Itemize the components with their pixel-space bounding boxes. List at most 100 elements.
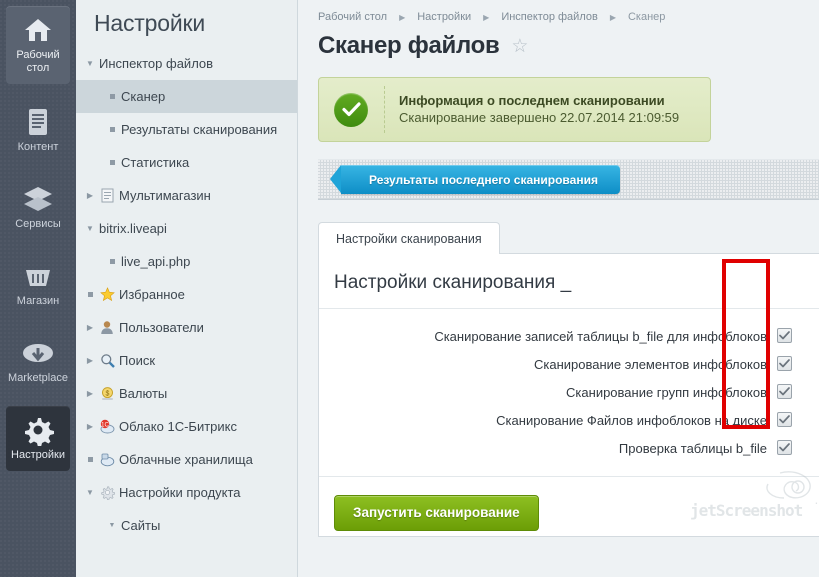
tab-scan-settings[interactable]: Настройки сканирования — [318, 222, 500, 254]
tree-item-favorites[interactable]: Избранное — [76, 278, 297, 311]
rail-label-content: Контент — [8, 141, 68, 154]
tree-label: Облачные хранилища — [117, 452, 253, 467]
tree-label: live_api.php — [119, 254, 190, 269]
tree-item-users[interactable]: Пользователи — [76, 311, 297, 344]
search-icon — [97, 353, 117, 368]
breadcrumb-separator-icon: ▶ — [610, 13, 616, 22]
tree-item-bitrix-cloud[interactable]: 1C Облако 1С-Битрикс — [76, 410, 297, 443]
svg-text:jetScreenshot: jetScreenshot — [690, 501, 803, 520]
rail-item-services[interactable]: Сервисы — [6, 175, 70, 240]
scan-option-control — [777, 322, 819, 350]
bullet-icon — [105, 126, 119, 134]
last-scan-results-button[interactable]: Результаты последнего сканирования — [341, 165, 620, 194]
check-circle-icon — [334, 93, 368, 127]
chevron-right-icon[interactable] — [83, 423, 97, 431]
checkbox-check-b-file-table[interactable] — [777, 440, 792, 455]
scan-option-row: Сканирование Файлов инфоблоков на диске — [319, 406, 819, 434]
start-scan-button[interactable]: Запустить сканирование — [334, 495, 539, 531]
chevron-right-icon[interactable] — [83, 357, 97, 365]
gear-small-icon — [97, 485, 117, 500]
last-scan-info-panel: Информация о последнем сканировании Скан… — [318, 77, 711, 142]
tree-label: Настройки продукта — [117, 485, 241, 500]
tree-label: Облако 1С-Битрикс — [117, 419, 237, 434]
card-divider — [319, 308, 819, 309]
card-heading: Настройки сканирования _ — [319, 272, 819, 308]
document-icon — [8, 106, 68, 138]
rail-item-marketplace[interactable]: Marketplace — [6, 329, 70, 394]
tree-item-product-settings[interactable]: Настройки продукта — [76, 476, 297, 509]
scan-option-control — [777, 406, 819, 434]
scan-option-label: Сканирование групп инфоблоков — [319, 378, 777, 406]
tree-item-sites[interactable]: Сайты — [76, 509, 297, 542]
tree-item-cloud-storage[interactable]: Облачные хранилища — [76, 443, 297, 476]
tree-item-live-api-php[interactable]: live_api.php — [76, 245, 297, 278]
bottom-spacer — [298, 567, 819, 577]
breadcrumb-separator-icon: ▶ — [483, 13, 489, 22]
tree-item-scan-results[interactable]: Результаты сканирования — [76, 113, 297, 146]
left-icon-rail: Рабочий стол Контент Серв — [0, 0, 76, 577]
bullet-icon — [105, 159, 119, 167]
tree-label: Мультимагазин — [117, 188, 211, 203]
tree-label: Избранное — [117, 287, 185, 302]
main-content: Рабочий стол ▶ Настройки ▶ Инспектор фай… — [298, 0, 819, 577]
chevron-down-icon[interactable] — [105, 522, 119, 529]
card-divider-bottom — [319, 476, 819, 477]
rail-label-desktop: Рабочий стол — [8, 49, 68, 75]
rail-item-shop[interactable]: Магазин — [6, 252, 70, 317]
checkbox-scan-iblock-groups[interactable] — [777, 384, 792, 399]
rail-item-content[interactable]: Контент — [6, 98, 70, 163]
bullet-icon — [83, 456, 97, 464]
chevron-down-icon[interactable] — [83, 489, 97, 497]
tree-item-statistics[interactable]: Статистика — [76, 146, 297, 179]
svg-text:1C: 1C — [101, 423, 109, 429]
gear-icon — [8, 414, 68, 446]
tree-item-currencies[interactable]: $ Валюты — [76, 377, 297, 410]
chevron-down-icon[interactable] — [83, 225, 97, 233]
scan-option-label: Сканирование элементов инфоблоков — [319, 350, 777, 378]
checkbox-scan-iblock-files-on-disk[interactable] — [777, 412, 792, 427]
breadcrumb-item-settings[interactable]: Настройки — [417, 11, 471, 23]
rail-item-settings[interactable]: Настройки — [6, 406, 70, 471]
scan-option-control — [777, 434, 819, 462]
tree-item-bitrix-liveapi[interactable]: bitrix.liveapi — [76, 212, 297, 245]
note-divider — [384, 86, 385, 133]
tree-label: Статистика — [119, 155, 189, 170]
page-title: Сканер файлов — [318, 32, 499, 60]
cloud-bitrix-icon: 1C — [97, 419, 117, 434]
breadcrumb-item-file-inspector[interactable]: Инспектор файлов — [501, 11, 598, 23]
tree-item-file-inspector[interactable]: Инспектор файлов — [76, 47, 297, 80]
scan-settings-card: Настройки сканирования _ Сканирование за… — [318, 254, 819, 537]
star-icon — [97, 287, 117, 302]
page-icon — [97, 188, 117, 203]
tree-label: Валюты — [117, 386, 167, 401]
scan-option-row: Сканирование записей таблицы b_file для … — [319, 322, 819, 350]
checkbox-scan-b-file-records[interactable] — [777, 328, 792, 343]
bullet-icon — [105, 258, 119, 266]
chevron-right-icon[interactable] — [83, 324, 97, 332]
tree-label: Результаты сканирования — [119, 122, 277, 137]
breadcrumb: Рабочий стол ▶ Настройки ▶ Инспектор фай… — [318, 0, 819, 32]
tree-panel-title: Настройки — [76, 0, 297, 47]
tree-label: Инспектор файлов — [97, 56, 213, 71]
checkbox-scan-iblock-elements[interactable] — [777, 356, 792, 371]
chevron-right-icon[interactable] — [83, 390, 97, 398]
basket-icon — [8, 260, 68, 292]
tree-label: Сканер — [119, 89, 165, 104]
tree-label: Пользователи — [117, 320, 204, 335]
chevron-right-icon[interactable] — [83, 192, 97, 200]
last-scan-results-label: Результаты последнего сканирования — [369, 173, 598, 187]
note-detail: Сканирование завершено 22.07.2014 21:09:… — [399, 109, 679, 127]
page-title-row: Сканер файлов ☆ — [318, 32, 819, 77]
rail-item-desktop[interactable]: Рабочий стол — [6, 6, 70, 84]
cloud-download-icon — [8, 337, 68, 369]
breadcrumb-item-desktop[interactable]: Рабочий стол — [318, 11, 387, 23]
tree-item-scanner[interactable]: Сканер — [76, 80, 297, 113]
tree-item-multishop[interactable]: Мультимагазин — [76, 179, 297, 212]
scan-option-row: Проверка таблицы b_file — [319, 434, 819, 462]
jetscreenshot-watermark: jetScreenshot .com — [688, 468, 819, 522]
scan-options-table: Сканирование записей таблицы b_file для … — [319, 322, 819, 462]
tree-item-search[interactable]: Поиск — [76, 344, 297, 377]
chevron-down-icon[interactable] — [83, 60, 97, 68]
rail-label-marketplace: Marketplace — [8, 372, 68, 385]
star-outline-icon[interactable]: ☆ — [511, 37, 528, 56]
